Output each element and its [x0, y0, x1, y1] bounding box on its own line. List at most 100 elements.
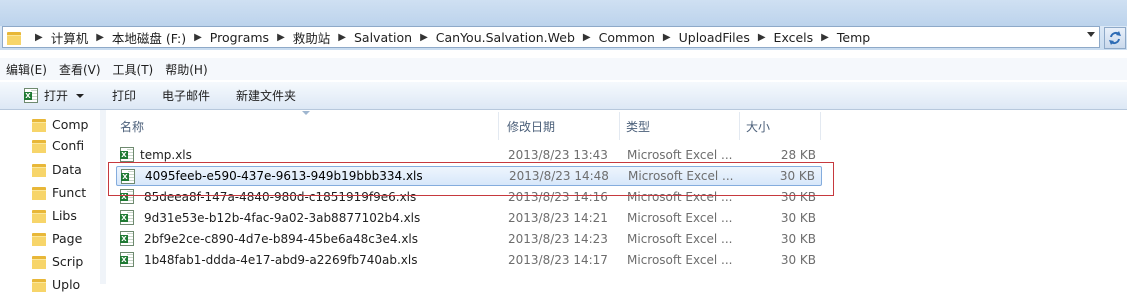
file-row-selected[interactable]: X 4095feeb-e590-437e-9613-949b19bbb334.x… [116, 166, 822, 186]
breadcrumb-web[interactable]: CanYou.Salvation.Web [436, 30, 575, 45]
file-type: Microsoft Excel ... [627, 190, 733, 204]
folder-icon [32, 232, 46, 246]
file-size: 30 KB [780, 190, 816, 204]
breadcrumb-uploadfiles[interactable]: UploadFiles [679, 30, 750, 45]
file-name: 2bf9e2ce-c890-4d7e-b894-45be6a48c3e4.xls [144, 232, 419, 246]
file-date: 2013/8/23 14:21 [508, 211, 608, 225]
chevron-down-icon[interactable] [76, 93, 85, 98]
menu-tools[interactable]: 工具(T) [107, 61, 160, 78]
folder-icon [32, 163, 46, 177]
file-type: Microsoft Excel ... [627, 232, 733, 246]
file-date: 2013/8/23 14:23 [508, 232, 608, 246]
excel-file-icon: X [120, 210, 134, 225]
nav-folder-item[interactable]: Confi [32, 135, 100, 155]
file-row[interactable]: X 1b48fab1-ddda-4e17-abd9-a2269fb740ab.x… [116, 250, 822, 270]
file-size: 30 KB [779, 169, 815, 183]
nav-folder-item[interactable]: Page [32, 228, 100, 248]
column-header-size[interactable]: 大小 [740, 114, 820, 138]
email-button[interactable]: 电子邮件 [152, 85, 220, 107]
breadcrumb-programs[interactable]: Programs [210, 30, 269, 45]
folder-icon [32, 139, 46, 153]
excel-file-icon: X [120, 147, 134, 162]
nav-folder-item[interactable]: Comp [32, 114, 100, 134]
chevron-right-icon[interactable]: ▶ [194, 32, 202, 43]
file-name: 1b48fab1-ddda-4e17-abd9-a2269fb740ab.xls [144, 253, 418, 267]
window-title-strip [0, 0, 1127, 26]
refresh-button[interactable] [1104, 27, 1126, 49]
breadcrumb-temp[interactable]: Temp [837, 30, 870, 45]
command-toolbar: X 打开 打印 电子邮件 新建文件夹 [0, 82, 1127, 110]
chevron-right-icon[interactable]: ▶ [35, 32, 43, 43]
file-name: 9d31e53e-b12b-4fac-9a02-3ab8877102b4.xls [144, 211, 421, 225]
file-size: 30 KB [780, 211, 816, 225]
column-header-name[interactable]: 名称 [114, 114, 498, 138]
file-size: 28 KB [780, 148, 816, 162]
file-type: Microsoft Excel ... [627, 253, 733, 267]
file-name: 85deea8f-147a-4840-980d-c1851919f9e6.xls [144, 190, 417, 204]
chevron-right-icon[interactable]: ▶ [758, 32, 766, 43]
breadcrumb-excels[interactable]: Excels [774, 30, 814, 45]
file-date: 2013/8/23 14:16 [508, 190, 608, 204]
menu-help[interactable]: 帮助(H) [159, 61, 213, 78]
file-name: 4095feeb-e590-437e-9613-949b19bbb334.xls [145, 169, 423, 183]
nav-folder-item[interactable]: Libs [32, 205, 100, 225]
address-bar-area: ▶ 计算机 ▶ 本地磁盘 (F:) ▶ Programs ▶ 救助站 ▶ Sal… [0, 26, 1127, 50]
excel-file-icon: X [24, 88, 38, 103]
file-type: Microsoft Excel ... [627, 211, 733, 225]
chevron-right-icon[interactable]: ▶ [663, 32, 671, 43]
new-folder-button[interactable]: 新建文件夹 [226, 85, 306, 107]
breadcrumb-common[interactable]: Common [599, 30, 655, 45]
breadcrumb-drive[interactable]: 本地磁盘 (F:) [112, 28, 186, 47]
folder-icon [32, 278, 46, 292]
menu-bar: 编辑(E) 查看(V) 工具(T) 帮助(H) [0, 58, 1127, 80]
open-label: 打开 [44, 89, 69, 103]
menu-view[interactable]: 查看(V) [53, 61, 107, 78]
excel-file-icon: X [121, 169, 135, 184]
chevron-right-icon[interactable]: ▶ [821, 32, 829, 43]
file-row[interactable]: X 9d31e53e-b12b-4fac-9a02-3ab8877102b4.x… [116, 208, 822, 228]
breadcrumb-rescue-station[interactable]: 救助站 [293, 28, 331, 47]
file-date: 2013/8/23 14:48 [509, 169, 609, 183]
column-header-type[interactable]: 类型 [620, 114, 739, 138]
file-row[interactable]: X temp.xls 2013/8/23 13:43 Microsoft Exc… [116, 145, 822, 165]
file-date: 2013/8/23 14:17 [508, 253, 608, 267]
nav-folder-item[interactable]: Scrip [32, 251, 100, 271]
chevron-right-icon[interactable]: ▶ [277, 32, 285, 43]
address-bar[interactable]: ▶ 计算机 ▶ 本地磁盘 (F:) ▶ Programs ▶ 救助站 ▶ Sal… [2, 26, 1100, 48]
file-size: 30 KB [780, 253, 816, 267]
folder-icon [32, 118, 46, 132]
file-list: 名称 修改日期 类型 大小 X temp.xls 2013/8/23 13:43… [106, 110, 1127, 284]
column-divider[interactable] [498, 112, 499, 140]
refresh-icon [1109, 31, 1121, 45]
nav-folder-item[interactable]: Funct [32, 182, 100, 202]
breadcrumb-computer[interactable]: 计算机 [51, 28, 89, 47]
menu-edit[interactable]: 编辑(E) [0, 61, 53, 78]
column-header-date[interactable]: 修改日期 [501, 114, 619, 138]
excel-file-icon: X [120, 189, 134, 204]
excel-file-icon: X [120, 231, 134, 246]
open-button[interactable]: X 打开 [0, 85, 94, 107]
chevron-right-icon[interactable]: ▶ [338, 32, 346, 43]
nav-folder-item[interactable]: Data [32, 159, 100, 179]
file-size: 30 KB [780, 232, 816, 246]
chevron-right-icon[interactable]: ▶ [583, 32, 591, 43]
breadcrumb-salvation[interactable]: Salvation [354, 30, 412, 45]
folder-icon [32, 186, 46, 200]
address-dropdown-icon[interactable] [1087, 32, 1095, 37]
file-date: 2013/8/23 13:43 [508, 148, 608, 162]
file-type: Microsoft Excel ... [628, 169, 734, 183]
nav-folder-item[interactable]: Uplo [32, 274, 100, 294]
print-button[interactable]: 打印 [102, 85, 146, 107]
folder-icon [32, 255, 46, 269]
folder-icon [32, 209, 46, 223]
chevron-right-icon[interactable]: ▶ [96, 32, 104, 43]
folder-icon [7, 31, 21, 45]
chevron-right-icon[interactable]: ▶ [420, 32, 428, 43]
file-type: Microsoft Excel ... [627, 148, 733, 162]
file-name: temp.xls [140, 148, 192, 162]
excel-file-icon: X [120, 252, 134, 267]
file-row[interactable]: X 85deea8f-147a-4840-980d-c1851919f9e6.x… [116, 187, 822, 207]
navigation-pane: Comp Confi Data Funct Libs Page Scrip Up… [0, 110, 101, 292]
file-row[interactable]: X 2bf9e2ce-c890-4d7e-b894-45be6a48c3e4.x… [116, 229, 822, 249]
column-divider[interactable] [820, 112, 821, 140]
